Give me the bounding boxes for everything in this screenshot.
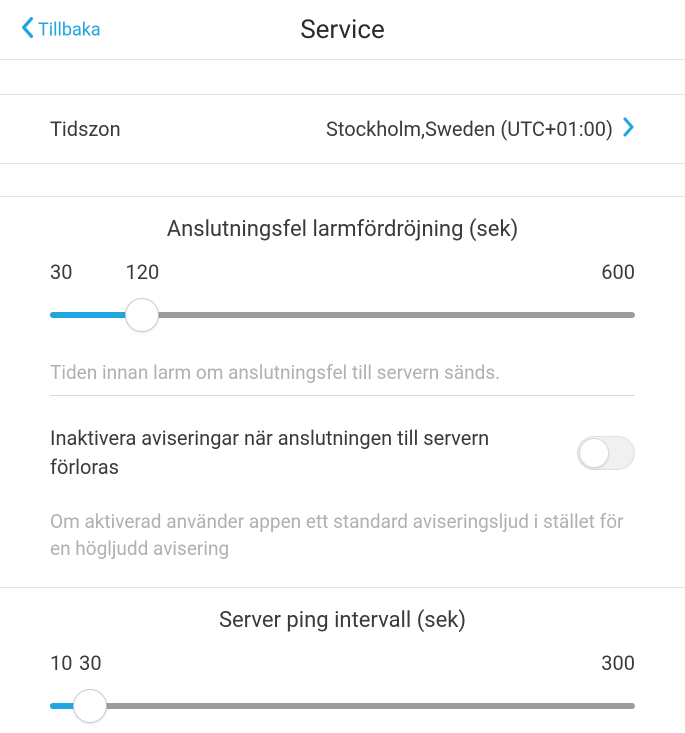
conn-delay-max: 600 xyxy=(601,260,635,284)
slider-track-bg xyxy=(50,703,635,709)
conn-delay-labels: 30 120 600 xyxy=(50,260,635,288)
ping-interval-slider[interactable] xyxy=(50,689,635,723)
toggle-knob xyxy=(579,438,609,468)
timezone-row[interactable]: Tidszon Stockholm,Sweden (UTC+01:00) xyxy=(0,95,685,164)
disable-notif-row: Inaktivera aviseringar när anslutningen … xyxy=(0,404,685,496)
timezone-value: Stockholm,Sweden (UTC+01:00) xyxy=(326,117,613,141)
conn-delay-hint: Tiden innan larm om anslutningsfel till … xyxy=(50,360,635,396)
conn-delay-slider[interactable] xyxy=(50,298,635,332)
conn-delay-value: 120 xyxy=(125,260,159,284)
slider-thumb[interactable] xyxy=(73,689,107,723)
conn-delay-hint-row: Tiden innan larm om anslutningsfel till … xyxy=(0,342,685,404)
header: Tillbaka Service xyxy=(0,0,685,60)
slider-thumb[interactable] xyxy=(125,298,159,332)
back-label: Tillbaka xyxy=(38,19,101,40)
timezone-label: Tidszon xyxy=(50,117,121,141)
ping-interval-title: Server ping intervall (sek) xyxy=(50,608,635,633)
ping-interval-value: 30 xyxy=(79,651,101,675)
back-button[interactable]: Tillbaka xyxy=(20,16,101,43)
ping-interval-labels: 10 30 300 xyxy=(50,651,635,679)
disable-notif-label: Inaktivera aviseringar när anslutningen … xyxy=(50,424,547,482)
spacer xyxy=(0,164,685,197)
timezone-value-wrap: Stockholm,Sweden (UTC+01:00) xyxy=(326,117,635,141)
ping-interval-section: Server ping intervall (sek) 10 30 300 xyxy=(0,588,685,733)
disable-notif-desc-row: Om aktiverad använder appen ett standard… xyxy=(0,496,685,588)
spacer xyxy=(0,60,685,95)
page-title: Service xyxy=(300,15,385,45)
conn-delay-section: Anslutningsfel larmfördröjning (sek) 30 … xyxy=(0,197,685,342)
conn-delay-min: 30 xyxy=(50,260,72,284)
ping-interval-min: 10 xyxy=(50,651,72,675)
chevron-left-icon xyxy=(20,16,34,43)
disable-notif-desc: Om aktiverad använder appen ett standard… xyxy=(50,508,635,563)
chevron-right-icon xyxy=(623,117,635,141)
conn-delay-title: Anslutningsfel larmfördröjning (sek) xyxy=(50,217,635,242)
ping-interval-max: 300 xyxy=(601,651,635,675)
disable-notif-toggle[interactable] xyxy=(577,436,635,470)
